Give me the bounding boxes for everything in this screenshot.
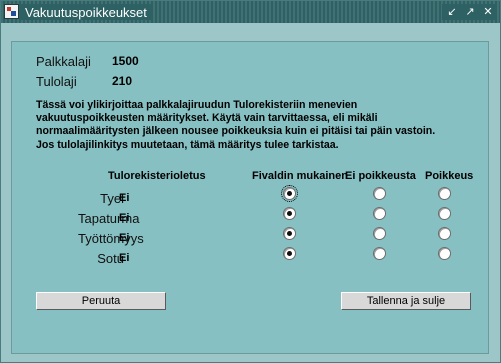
row-label-tapaturma: Tapaturma: [78, 211, 140, 226]
radio-tapaturma-no-exception[interactable]: [373, 207, 386, 220]
minimize-icon[interactable]: ↙: [444, 4, 460, 20]
palkkalaji-label: Palkkalaji: [36, 54, 91, 69]
column-header-fivaldi: Fivaldin mukainen: [252, 170, 348, 182]
save-and-close-button[interactable]: Tallenna ja sulje: [341, 292, 471, 310]
radio-tapaturma-fivaldi[interactable]: [283, 207, 296, 220]
window-title: Vakuutuspoikkeukset: [25, 5, 147, 20]
radio-sotu-exception[interactable]: [438, 247, 451, 260]
radio-sotu-no-exception[interactable]: [373, 247, 386, 260]
radio-tyottomyys-fivaldi[interactable]: [283, 227, 296, 240]
content-panel: Palkkalaji 1500 Tulolaji 210 Tässä voi y…: [11, 41, 489, 354]
description-text: Tässä voi ylikirjoittaa palkkalajiruudun…: [36, 99, 436, 151]
tulolaji-value: 210: [112, 74, 133, 88]
title-bar[interactable]: Vakuutuspoikkeukset ↙ ↗ ✕: [1, 1, 500, 23]
radio-tyel-no-exception[interactable]: [373, 187, 386, 200]
radio-tyel-exception[interactable]: [438, 187, 451, 200]
app-icon: [4, 4, 19, 19]
row-default-tyel: Ei: [119, 192, 130, 204]
column-header-no-exception: Ei poikkeusta: [345, 170, 416, 182]
cancel-button[interactable]: Peruuta: [36, 292, 166, 310]
close-icon[interactable]: ✕: [480, 4, 496, 20]
palkkalaji-value: 1500: [112, 54, 139, 68]
radio-tapaturma-exception[interactable]: [438, 207, 451, 220]
row-default-sotu: Ei: [119, 252, 130, 264]
tulolaji-label: Tulolaji: [36, 74, 77, 89]
row-label-tyel: Tyel: [100, 191, 124, 206]
row-default-tapaturma: Ei: [119, 212, 130, 224]
radio-tyottomyys-exception[interactable]: [438, 227, 451, 240]
radio-sotu-fivaldi[interactable]: [283, 247, 296, 260]
row-label-sotu: Sotu: [97, 251, 124, 266]
column-header-exception: Poikkeus: [425, 170, 474, 182]
row-label-tyottomyys: Työttömyys: [78, 231, 144, 246]
maximize-icon[interactable]: ↗: [462, 4, 478, 20]
radio-tyottomyys-no-exception[interactable]: [373, 227, 386, 240]
radio-tyel-fivaldi[interactable]: [281, 185, 298, 202]
row-default-tyottomyys: Ei: [119, 232, 130, 244]
column-header-default: Tulorekisterioletus: [108, 170, 206, 182]
insurance-exceptions-window: Vakuutuspoikkeukset ↙ ↗ ✕ Palkkalaji 150…: [0, 0, 501, 363]
